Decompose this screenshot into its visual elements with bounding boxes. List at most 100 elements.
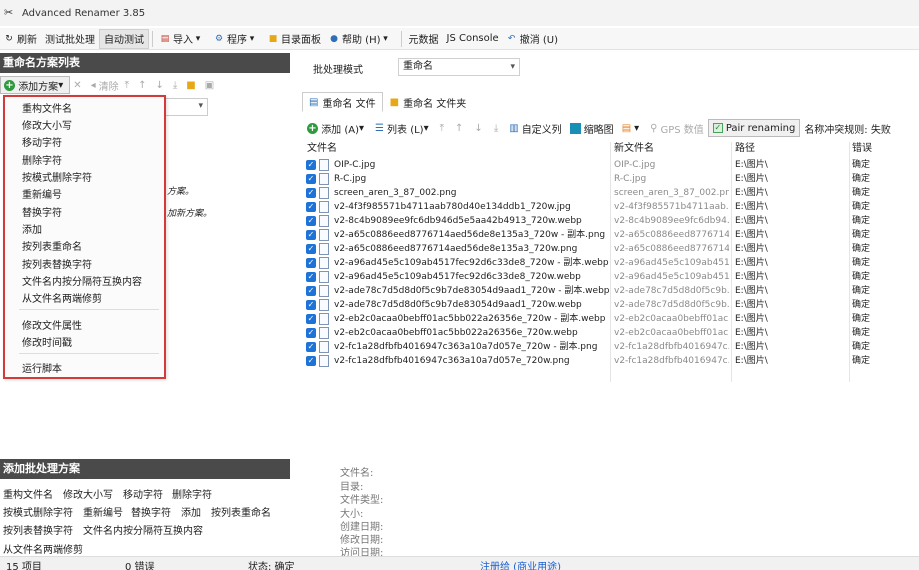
close-method-button[interactable]: ✕ <box>70 76 87 94</box>
remove-method-button[interactable]: ◂ 清除 <box>88 76 122 94</box>
add-files-button[interactable]: + 添加 (A) ▾ <box>303 119 371 137</box>
registered-link[interactable]: 注册给 (商业用途) <box>480 558 561 570</box>
table-row[interactable]: ✓ v2-a65c0886eed8776714aed56de8e135a3_720… <box>303 242 919 256</box>
batch-item-new-case[interactable]: 修改大小写 <box>63 486 113 501</box>
menu-item-add[interactable]: 添加 <box>22 221 42 236</box>
thumbnails-button[interactable]: 缩略图 <box>566 119 618 137</box>
menu-item-attributes[interactable]: 修改文件属性 <box>22 317 82 332</box>
check-icon: ✓ <box>712 123 723 133</box>
column-header-name[interactable]: 文件名 <box>307 142 607 156</box>
dir-panel-button[interactable]: ■ 目录面板 <box>264 29 325 49</box>
move-up-button[interactable]: ↑ <box>451 119 470 137</box>
batch-item-remove-pattern[interactable]: 按模式删除字符 <box>3 504 73 519</box>
pair-renaming-toggle[interactable]: ✓ Pair renaming <box>707 119 801 137</box>
batch-item-renumber[interactable]: 重新编号 <box>83 504 123 519</box>
checkbox[interactable]: ✓ <box>306 314 316 324</box>
table-row[interactable]: ✓ v2-ade78c7d5d8d0f5c9b7de83054d9aad1_720… <box>303 298 919 312</box>
checkbox[interactable]: ✓ <box>306 230 316 240</box>
menu-item-new-name[interactable]: 重构文件名 <box>22 100 72 115</box>
checkbox[interactable]: ✓ <box>306 244 316 254</box>
menu-item-replace[interactable]: 替换字符 <box>22 204 62 219</box>
menu-item-script[interactable]: 运行脚本 <box>22 360 62 375</box>
metadata-button[interactable]: 元数据 <box>405 29 443 49</box>
move-down-button[interactable]: ↓ <box>152 76 169 94</box>
column-header-path[interactable]: 路径 <box>735 142 849 156</box>
gps-button[interactable]: ⚲ GPS 数值 <box>646 119 708 137</box>
checkbox[interactable]: ✓ <box>306 202 316 212</box>
move-top-button[interactable]: ⤒ <box>436 119 451 137</box>
open-folder-button[interactable]: ■ <box>183 76 201 94</box>
view-options-button[interactable]: ▤ ▾ <box>618 119 646 137</box>
checkbox[interactable]: ✓ <box>306 216 316 226</box>
batch-item-list-replace[interactable]: 按列表替换字符 <box>3 522 73 537</box>
table-row[interactable]: ✓ OIP-C.jpg OIP-C.jpg E:\图片\ 确定 <box>303 158 919 172</box>
batch-item-move[interactable]: 移动字符 <box>123 486 163 501</box>
move-down-button[interactable]: ↓ <box>470 119 489 137</box>
checkbox[interactable]: ✓ <box>306 342 316 352</box>
batch-item-list-rename[interactable]: 按列表重命名 <box>211 504 271 519</box>
checkbox[interactable]: ✓ <box>306 272 316 282</box>
import-button[interactable]: ▤ 导入 ▾ <box>156 29 210 49</box>
table-row[interactable]: ✓ v2-ade78c7d5d8d0f5c9b7de83054d9aad1_720… <box>303 284 919 298</box>
move-up-button[interactable]: ↑ <box>135 76 152 94</box>
name-conflict-rule[interactable]: 名称冲突规则: 失败 <box>800 119 895 137</box>
undo-button[interactable]: ↶ 撤消 (U) <box>503 29 562 49</box>
tab-files[interactable]: ▤ 重命名 文件 <box>302 92 383 112</box>
checkbox[interactable]: ✓ <box>306 356 316 366</box>
move-bottom-button[interactable]: ⤓ <box>490 119 505 137</box>
batch-mode-select[interactable]: 重命名 ▾ <box>398 58 520 76</box>
batch-item-add[interactable]: 添加 <box>181 504 201 519</box>
table-row[interactable]: ✓ v2-fc1a28dfbfb4016947c363a10a7d057e_720… <box>303 340 919 354</box>
menu-item-timestamp[interactable]: 修改时间戳 <box>22 334 72 349</box>
checkbox[interactable]: ✓ <box>306 286 316 296</box>
checkbox[interactable]: ✓ <box>306 174 316 184</box>
column-header-error[interactable]: 错误 <box>852 142 912 156</box>
table-row[interactable]: ✓ v2-a96ad45e5c109ab4517fec92d6c33de8_720… <box>303 256 919 270</box>
table-row[interactable]: ✓ screen_aren_3_87_002.png screen_aren_3_8… <box>303 186 919 200</box>
js-console-button[interactable]: JS Console <box>443 29 503 49</box>
checkbox[interactable]: ✓ <box>306 160 316 170</box>
batch-item-replace[interactable]: 替换字符 <box>131 504 171 519</box>
table-row[interactable]: ✓ v2-a96ad45e5c109ab4517fec92d6c33de8_720… <box>303 270 919 284</box>
column-header-new-name[interactable]: 新文件名 <box>614 142 729 156</box>
checkbox[interactable]: ✓ <box>306 300 316 310</box>
menu-item-remove[interactable]: 删除字符 <box>22 152 62 167</box>
batch-item-swap[interactable]: 文件名内按分隔符互换内容 <box>83 522 203 537</box>
help-button[interactable]: ● 帮助 (H) ▾ <box>325 29 398 49</box>
menu-item-move[interactable]: 移动字符 <box>22 134 62 149</box>
batch-item-new-name[interactable]: 重构文件名 <box>3 486 53 501</box>
batch-item-trim[interactable]: 从文件名两端修剪 <box>3 541 83 556</box>
menu-item-list-rename[interactable]: 按列表重命名 <box>22 238 82 253</box>
table-row[interactable]: ✓ v2-eb2c0acaa0bebff01ac5bb022a26356e_720… <box>303 312 919 326</box>
move-top-button[interactable]: ⤒ <box>122 76 135 94</box>
refresh-button[interactable]: ↻ 刷新 <box>0 29 41 49</box>
menu-item-swap[interactable]: 文件名内按分隔符互换内容 <box>22 273 142 288</box>
menu-item-renumber[interactable]: 重新编号 <box>22 186 62 201</box>
auto-test-toggle[interactable]: 自动测试 <box>99 28 149 49</box>
custom-columns-button[interactable]: ▥ 自定义列 <box>505 119 565 137</box>
table-row[interactable]: ✓ R-C.jpg R-C.jpg E:\图片\ 确定 <box>303 172 919 186</box>
menu-item-trim[interactable]: 从文件名两端修剪 <box>22 290 102 305</box>
programs-button[interactable]: ⚙ 程序 ▾ <box>210 29 264 49</box>
checkbox[interactable]: ✓ <box>306 188 316 198</box>
add-method-button[interactable]: + 添加方案 ▾ <box>0 76 71 94</box>
empty-hint-1: 方案。 <box>167 187 195 197</box>
list-button[interactable]: ☰ 列表 (L) ▾ <box>371 119 436 137</box>
menu-item-list-replace[interactable]: 按列表替换字符 <box>22 256 92 271</box>
batch-item-remove[interactable]: 删除字符 <box>172 486 212 501</box>
table-row[interactable]: ✓ v2-8c4b9089ee9fc6db946d5e5aa42b4913_720… <box>303 214 919 228</box>
method-select[interactable]: ▾ <box>160 98 208 116</box>
menu-item-remove-pattern[interactable]: 按模式删除字符 <box>22 169 92 184</box>
checkbox[interactable]: ✓ <box>306 328 316 338</box>
table-row[interactable]: ✓ v2-eb2c0acaa0bebff01ac5bb022a26356e_720… <box>303 326 919 340</box>
test-batch-button[interactable]: 测试批处理 <box>41 29 99 49</box>
table-row[interactable]: ✓ v2-a65c0886eed8776714aed56de8e135a3_720… <box>303 228 919 242</box>
menu-item-new-case[interactable]: 修改大小写 <box>22 117 72 132</box>
move-bottom-button[interactable]: ⤓ <box>170 76 183 94</box>
tab-folders[interactable]: ■ 重命名 文件夹 <box>383 92 474 112</box>
table-row[interactable]: ✓ v2-fc1a28dfbfb4016947c363a10a7d057e_720… <box>303 354 919 368</box>
file-icon <box>319 299 329 311</box>
checkbox[interactable]: ✓ <box>306 258 316 268</box>
table-row[interactable]: ✓ v2-4f3f985571b4711aab780d40e134ddb1_720… <box>303 200 919 214</box>
save-button[interactable]: ▣ <box>202 76 220 94</box>
